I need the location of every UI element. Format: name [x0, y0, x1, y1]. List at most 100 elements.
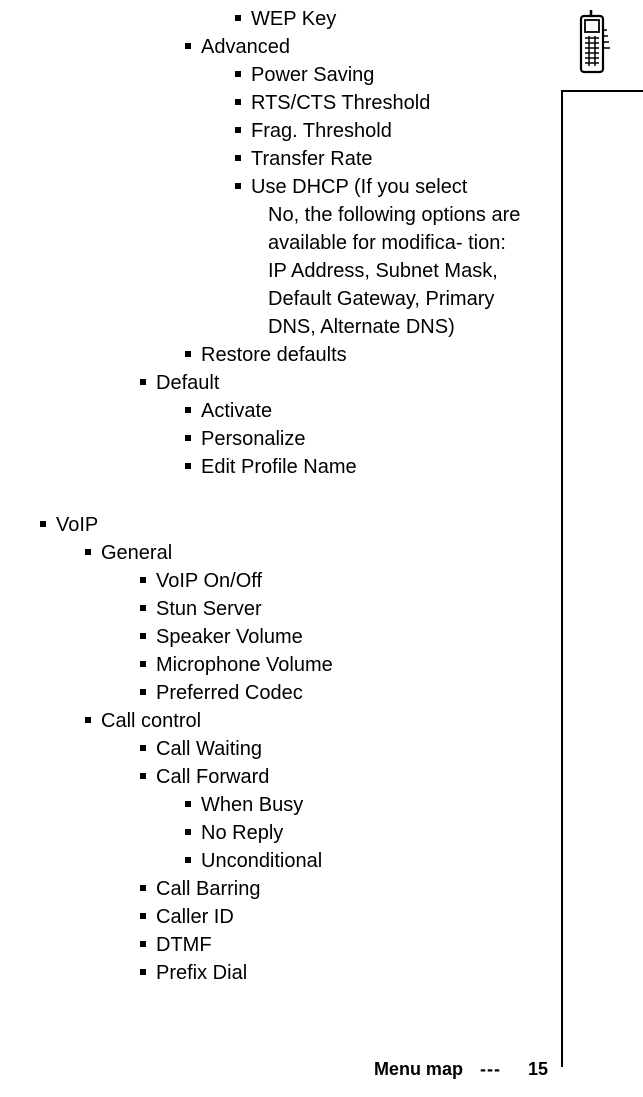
bullet-icon	[140, 941, 146, 947]
bullet-icon	[140, 605, 146, 611]
text: No Reply	[201, 822, 283, 844]
list-item: Default	[20, 369, 553, 397]
list-item: Microphone Volume	[20, 651, 553, 679]
text: VoIP	[56, 514, 98, 536]
text: Caller ID	[156, 906, 234, 928]
list-item: Power Saving	[20, 61, 553, 89]
text: Stun Server	[156, 598, 262, 620]
text: Call Barring	[156, 878, 260, 900]
text: Power Saving	[251, 64, 374, 86]
bullet-icon	[140, 661, 146, 667]
bullet-icon	[185, 407, 191, 413]
text: VoIP On/Off	[156, 570, 262, 592]
list-item: Stun Server	[20, 595, 553, 623]
list-item: Personalize	[20, 425, 553, 453]
bullet-icon	[40, 521, 46, 527]
text-continuation: Default Gateway, Primary	[20, 285, 553, 313]
bullet-icon	[140, 689, 146, 695]
list-item: Unconditional	[20, 847, 553, 875]
list-item: Call Forward	[20, 763, 553, 791]
text: Transfer Rate	[251, 148, 373, 170]
bullet-icon	[185, 857, 191, 863]
divider-horizontal	[563, 90, 643, 92]
bullet-icon	[185, 43, 191, 49]
list-item: Call control	[20, 707, 553, 735]
bullet-icon	[140, 773, 146, 779]
bullet-icon	[185, 463, 191, 469]
text: RTS/CTS Threshold	[251, 92, 430, 114]
bullet-icon	[235, 99, 241, 105]
text: Call Forward	[156, 766, 269, 788]
bullet-icon	[140, 969, 146, 975]
list-item: Use DHCP (If you select	[20, 173, 553, 201]
text-continuation: DNS, Alternate DNS)	[20, 313, 553, 341]
bullet-icon	[185, 435, 191, 441]
text: Default	[156, 372, 219, 394]
list-item: General	[20, 539, 553, 567]
list-item: Restore defaults	[20, 341, 553, 369]
list-item: Call Barring	[20, 875, 553, 903]
list-item: Transfer Rate	[20, 145, 553, 173]
text: Speaker Volume	[156, 626, 303, 648]
list-item: When Busy	[20, 791, 553, 819]
list-item: RTS/CTS Threshold	[20, 89, 553, 117]
list-item: Advanced	[20, 33, 553, 61]
bullet-icon	[140, 913, 146, 919]
bullet-icon	[140, 633, 146, 639]
list-item: Call Waiting	[20, 735, 553, 763]
list-item: DTMF	[20, 931, 553, 959]
list-item: VoIP On/Off	[20, 567, 553, 595]
text-continuation: available for modifica- tion:	[20, 229, 553, 257]
text: When Busy	[201, 794, 303, 816]
text: Preferred Codec	[156, 682, 303, 704]
text: Activate	[201, 400, 272, 422]
text: Prefix Dial	[156, 962, 247, 984]
bullet-icon	[140, 379, 146, 385]
footer: Menu map --- 15	[374, 1057, 548, 1082]
bullet-icon	[185, 801, 191, 807]
text-continuation: No, the following options are	[20, 201, 553, 229]
divider-vertical	[561, 90, 563, 1067]
text: Call control	[101, 710, 201, 732]
bullet-icon	[185, 351, 191, 357]
text: Call Waiting	[156, 738, 262, 760]
list-item: WEP Key	[20, 5, 553, 33]
list-item: Prefix Dial	[20, 959, 553, 987]
bullet-icon	[235, 15, 241, 21]
list-item: Activate	[20, 397, 553, 425]
page-number: 15	[528, 1059, 548, 1079]
bullet-icon	[185, 829, 191, 835]
list-item: Preferred Codec	[20, 679, 553, 707]
page: WEP Key Advanced Power Saving RTS/CTS Th…	[0, 0, 643, 1097]
list-item: Edit Profile Name	[20, 453, 553, 481]
text: Frag. Threshold	[251, 120, 392, 142]
bullet-icon	[140, 885, 146, 891]
bullet-icon	[85, 717, 91, 723]
text-continuation: IP Address, Subnet Mask,	[20, 257, 553, 285]
text: Microphone Volume	[156, 654, 333, 676]
footer-separator: ---	[480, 1057, 501, 1082]
bullet-icon	[140, 745, 146, 751]
list-item: Speaker Volume	[20, 623, 553, 651]
bullet-icon	[235, 127, 241, 133]
text: WEP Key	[251, 8, 336, 30]
list-item: Frag. Threshold	[20, 117, 553, 145]
list-item: VoIP	[20, 511, 553, 539]
text: Personalize	[201, 428, 306, 450]
text: DTMF	[156, 934, 212, 956]
bullet-icon	[235, 71, 241, 77]
text: Edit Profile Name	[201, 456, 357, 478]
text: Use DHCP (If you select	[251, 176, 467, 198]
text: General	[101, 542, 172, 564]
text: Restore defaults	[201, 344, 347, 366]
phone-icon	[575, 10, 615, 78]
bullet-icon	[235, 183, 241, 189]
list-item: No Reply	[20, 819, 553, 847]
text: Advanced	[201, 36, 290, 58]
bullet-icon	[235, 155, 241, 161]
text: Unconditional	[201, 850, 322, 872]
bullet-icon	[85, 549, 91, 555]
list-item: Caller ID	[20, 903, 553, 931]
content-area: WEP Key Advanced Power Saving RTS/CTS Th…	[0, 0, 643, 987]
footer-title: Menu map	[374, 1059, 463, 1079]
